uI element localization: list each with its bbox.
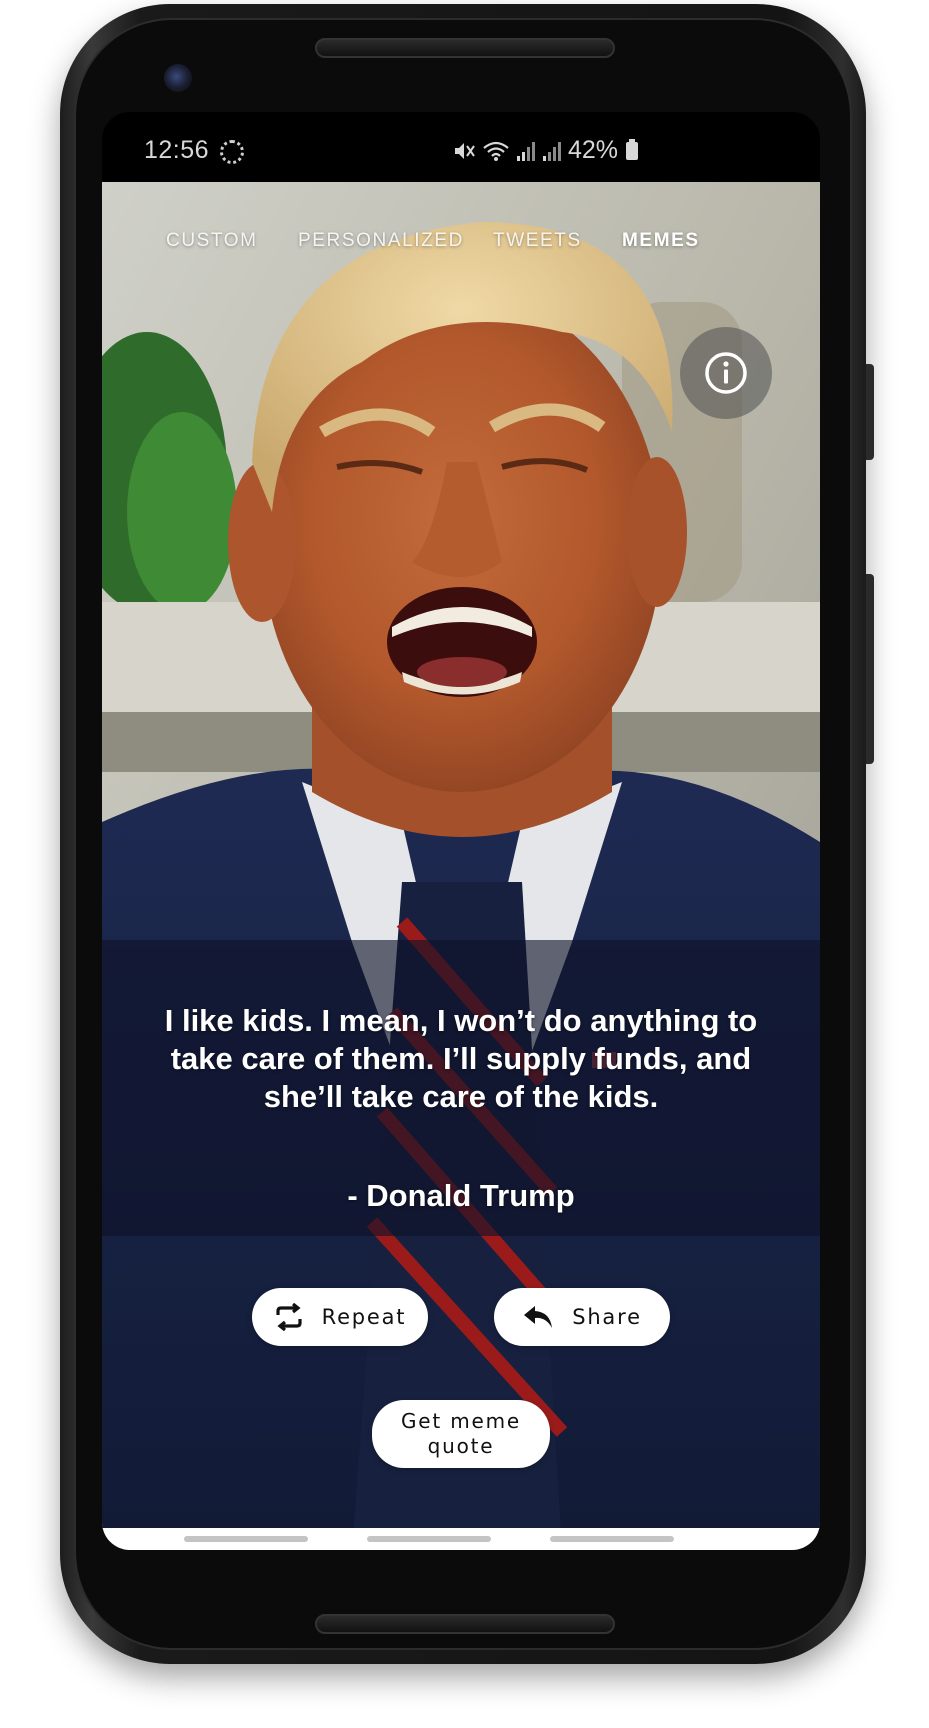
- tab-tweets[interactable]: TWEETS: [493, 230, 582, 252]
- repeat-label: Repeat: [321, 1305, 407, 1329]
- nav-indicator: [367, 1536, 491, 1542]
- quote-text: I like kids. I mean, I won’t do anything…: [164, 1003, 758, 1114]
- battery-percent: 42%: [568, 136, 619, 164]
- nav-indicator: [550, 1536, 674, 1542]
- nav-indicator: [184, 1536, 308, 1542]
- info-icon: [705, 352, 747, 394]
- info-button[interactable]: [680, 327, 772, 419]
- tab-memes[interactable]: MEMES: [622, 230, 700, 252]
- get-meme-quote-label: Get meme quote: [401, 1409, 521, 1458]
- front-camera: [164, 64, 192, 92]
- screen: 12:56 42% CUSTOM PERSONALIZED TWEETS MEM…: [102, 112, 820, 1550]
- tab-personalized[interactable]: PERSONALIZED: [298, 230, 464, 252]
- signal-icon: [517, 141, 535, 161]
- volume-rocker: [866, 574, 874, 764]
- category-tabs: CUSTOM PERSONALIZED TWEETS MEMES: [102, 230, 820, 260]
- tab-custom[interactable]: CUSTOM: [166, 230, 258, 252]
- status-bar: 12:56 42%: [102, 112, 820, 182]
- app-content: CUSTOM PERSONALIZED TWEETS MEMES I like …: [102, 182, 820, 1550]
- share-button[interactable]: Share: [494, 1288, 670, 1346]
- spinner-icon: [220, 140, 244, 164]
- repeat-button[interactable]: Repeat: [252, 1288, 428, 1346]
- battery-icon: [626, 138, 639, 160]
- bottom-speaker: [315, 1614, 615, 1634]
- mute-icon: [455, 142, 475, 159]
- earpiece-speaker: [315, 38, 615, 58]
- wifi-icon: [483, 141, 509, 161]
- get-meme-quote-button[interactable]: Get meme quote: [372, 1400, 550, 1468]
- quote-author: - Donald Trump: [347, 1178, 575, 1213]
- power-button: [866, 364, 874, 460]
- share-reply-icon: [524, 1306, 553, 1328]
- navigation-bar: [102, 1528, 820, 1550]
- status-time: 12:56: [144, 136, 210, 164]
- repeat-icon: [276, 1303, 302, 1331]
- share-label: Share: [572, 1305, 642, 1329]
- signal-icon: [543, 141, 561, 161]
- status-icons: 42%: [452, 136, 639, 165]
